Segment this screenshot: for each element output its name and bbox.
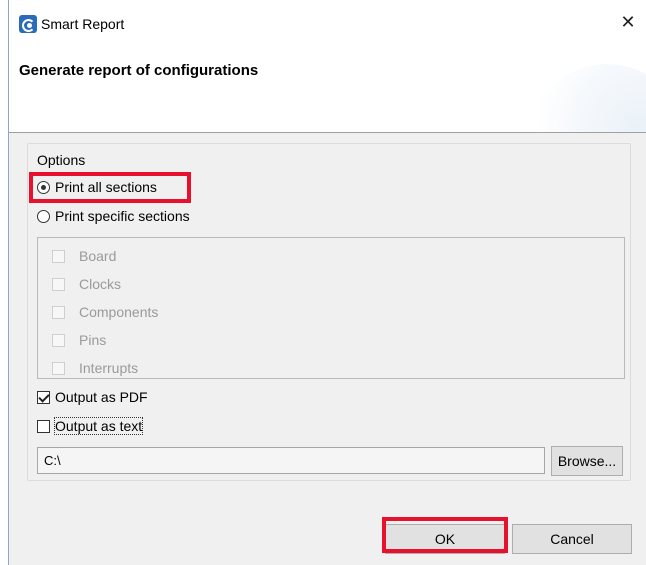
output-as-pdf-label: Output as PDF [55,389,148,405]
radio-checked-icon [37,180,50,194]
print-all-sections-label: Print all sections [55,179,157,195]
page-title: Generate report of configurations [19,62,259,79]
output-as-pdf-checkbox[interactable]: Output as PDF [37,389,148,405]
ok-button[interactable]: OK [385,524,505,554]
banner-decoration [527,64,646,132]
print-specific-sections-radio[interactable]: Print specific sections [37,208,190,224]
title-bar: Smart Report ✕ [9,0,646,44]
cancel-button[interactable]: Cancel [512,524,632,554]
print-specific-sections-label: Print specific sections [55,208,190,224]
section-label: Board [79,248,117,264]
header-banner: Generate report of configurations [9,44,646,133]
checkbox-icon [52,333,65,347]
dialog-content: Options Print all sections Print specifi… [9,133,646,565]
output-as-text-label: Output as text [53,417,144,435]
section-checkbox-board[interactable]: Board [52,248,116,264]
sections-list: Board Clocks Components Pins Interrupts [37,237,625,379]
checkbox-icon [52,305,65,319]
output-path-field[interactable] [37,447,545,474]
checkbox-icon [52,249,65,263]
smart-report-dialog: Smart Report ✕ Generate report of config… [8,0,646,565]
print-all-sections-radio[interactable]: Print all sections [37,179,157,195]
section-label: Pins [79,332,107,348]
window-title: Smart Report [41,16,125,32]
checkbox-icon [52,277,65,291]
section-label: Interrupts [79,360,139,376]
section-checkbox-interrupts[interactable]: Interrupts [52,360,138,376]
section-checkbox-components[interactable]: Components [52,304,158,320]
section-checkbox-clocks[interactable]: Clocks [52,276,121,292]
checkbox-checked-icon [37,390,50,404]
browse-button[interactable]: Browse... [551,446,623,476]
section-label: Clocks [79,276,122,292]
section-label: Components [79,304,159,320]
smart-report-app-icon [19,15,37,33]
radio-unchecked-icon [37,209,50,223]
checkbox-icon [52,361,65,375]
options-legend: Options [35,152,88,168]
checkbox-icon [37,419,50,433]
close-icon[interactable]: ✕ [613,8,643,36]
section-checkbox-pins[interactable]: Pins [52,332,106,348]
output-as-text-checkbox[interactable]: Output as text [37,417,144,435]
